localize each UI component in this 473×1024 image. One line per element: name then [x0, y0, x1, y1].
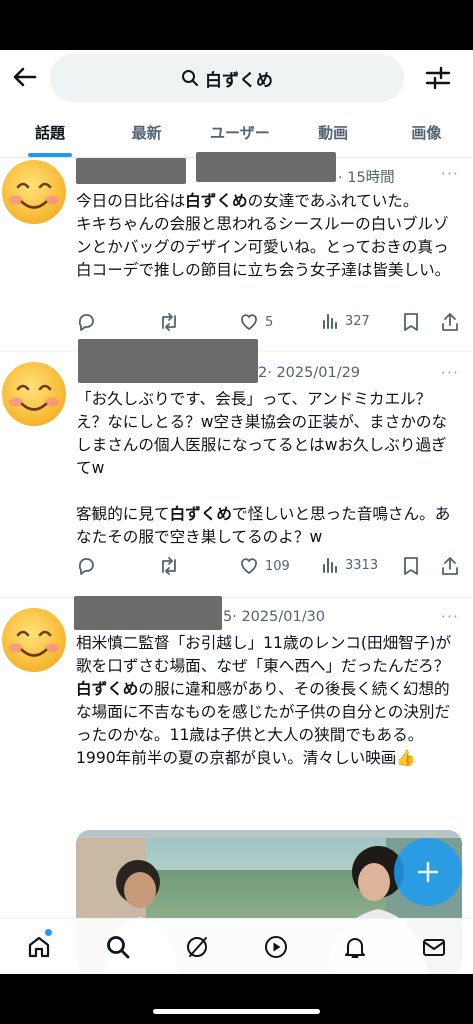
search-icon — [107, 935, 130, 958]
nav-messages[interactable] — [394, 919, 473, 974]
filter-settings-icon[interactable] — [424, 64, 452, 92]
header: 白ずくめ — [0, 50, 473, 108]
avatar-smiley-icon[interactable] — [0, 158, 68, 226]
share-button[interactable] — [440, 312, 460, 332]
nav-home[interactable] — [0, 919, 79, 974]
search-tabs: 話題 最新 ユーザー 動画 画像 — [0, 108, 473, 158]
post-actions: 109 3313 — [76, 556, 461, 584]
repost-button[interactable] — [158, 312, 180, 332]
bell-icon — [344, 937, 365, 958]
more-options-icon[interactable]: ··· — [441, 607, 459, 626]
repost-button[interactable] — [158, 556, 180, 576]
nav-notifications[interactable] — [315, 919, 394, 974]
like-count: 5 — [265, 314, 274, 330]
views-button[interactable]: 3313 — [321, 556, 378, 574]
home-indicator — [153, 1009, 320, 1014]
post-time: 2· 2025/01/29 — [258, 365, 361, 381]
tab-users[interactable]: ユーザー — [193, 108, 286, 157]
nav-grok[interactable] — [158, 919, 237, 974]
grok-icon — [187, 936, 208, 957]
nav-video[interactable] — [236, 919, 315, 974]
view-count: 3313 — [345, 557, 379, 573]
post-text: 「お久しぶりです、会長」って、アンドミカエル？え？なにしとる？w空き巣協会の正装… — [76, 390, 451, 546]
view-count: 327 — [345, 313, 370, 329]
bookmark-button[interactable] — [402, 556, 420, 576]
tab-top[interactable]: 話題 — [0, 108, 100, 157]
reply-button[interactable] — [76, 312, 96, 332]
like-button[interactable]: 5 — [239, 312, 273, 332]
redacted-user-info — [78, 339, 258, 383]
tab-videos[interactable]: 動画 — [287, 108, 380, 157]
more-options-icon[interactable]: ··· — [441, 164, 459, 183]
post-text: 今日の日比谷は白ずくめの女達であふれていた。 キキちゃんの会服と思われるシースル… — [76, 192, 451, 279]
mail-icon — [422, 938, 445, 956]
post-time: · 15時間 — [338, 170, 395, 186]
views-button[interactable]: 327 — [321, 312, 370, 330]
search-box[interactable]: 白ずくめ — [50, 54, 404, 102]
nav-search[interactable] — [79, 919, 158, 974]
app-screen: 白ずくめ 話題 最新 ユーザー 動画 画像 · 15時間 ··· 今日の日比谷は… — [0, 50, 473, 974]
search-query: 白ずくめ — [205, 70, 273, 91]
bottom-nav — [0, 918, 473, 974]
bookmark-button[interactable] — [402, 312, 420, 332]
share-button[interactable] — [440, 556, 460, 576]
search-icon — [182, 70, 198, 86]
play-icon — [264, 935, 287, 958]
post-time: 5· 2025/01/30 — [223, 609, 326, 625]
plus-icon — [417, 861, 439, 883]
like-count: 109 — [265, 558, 290, 574]
post-2[interactable]: 2· 2025/01/29 ··· 「お久しぶりです、会長」って、アンドミカエル… — [0, 339, 473, 598]
post-actions: 5 327 — [76, 312, 461, 340]
more-options-icon[interactable]: ··· — [441, 363, 459, 382]
tab-latest[interactable]: 最新 — [100, 108, 193, 157]
like-button[interactable]: 109 — [239, 556, 290, 576]
redacted-user-info — [74, 596, 222, 630]
compose-button[interactable] — [394, 838, 462, 906]
avatar-smiley-icon[interactable] — [0, 360, 68, 428]
home-icon — [29, 936, 50, 957]
back-arrow-icon[interactable] — [10, 62, 40, 92]
post-text: 相米慎二監督「お引越し」11歳のレンコ(田畑智子)が歌を口ずさむ場面、なぜ「東へ… — [76, 634, 452, 767]
reply-button[interactable] — [76, 556, 96, 576]
avatar-smiley-icon[interactable] — [0, 606, 68, 674]
tab-images[interactable]: 画像 — [380, 108, 473, 157]
post-1[interactable]: · 15時間 ··· 今日の日比谷は白ずくめの女達であふれていた。 キキちゃんの… — [0, 152, 473, 352]
notification-dot — [45, 929, 52, 936]
redacted-username — [196, 152, 336, 182]
redacted-display-name — [76, 158, 186, 184]
